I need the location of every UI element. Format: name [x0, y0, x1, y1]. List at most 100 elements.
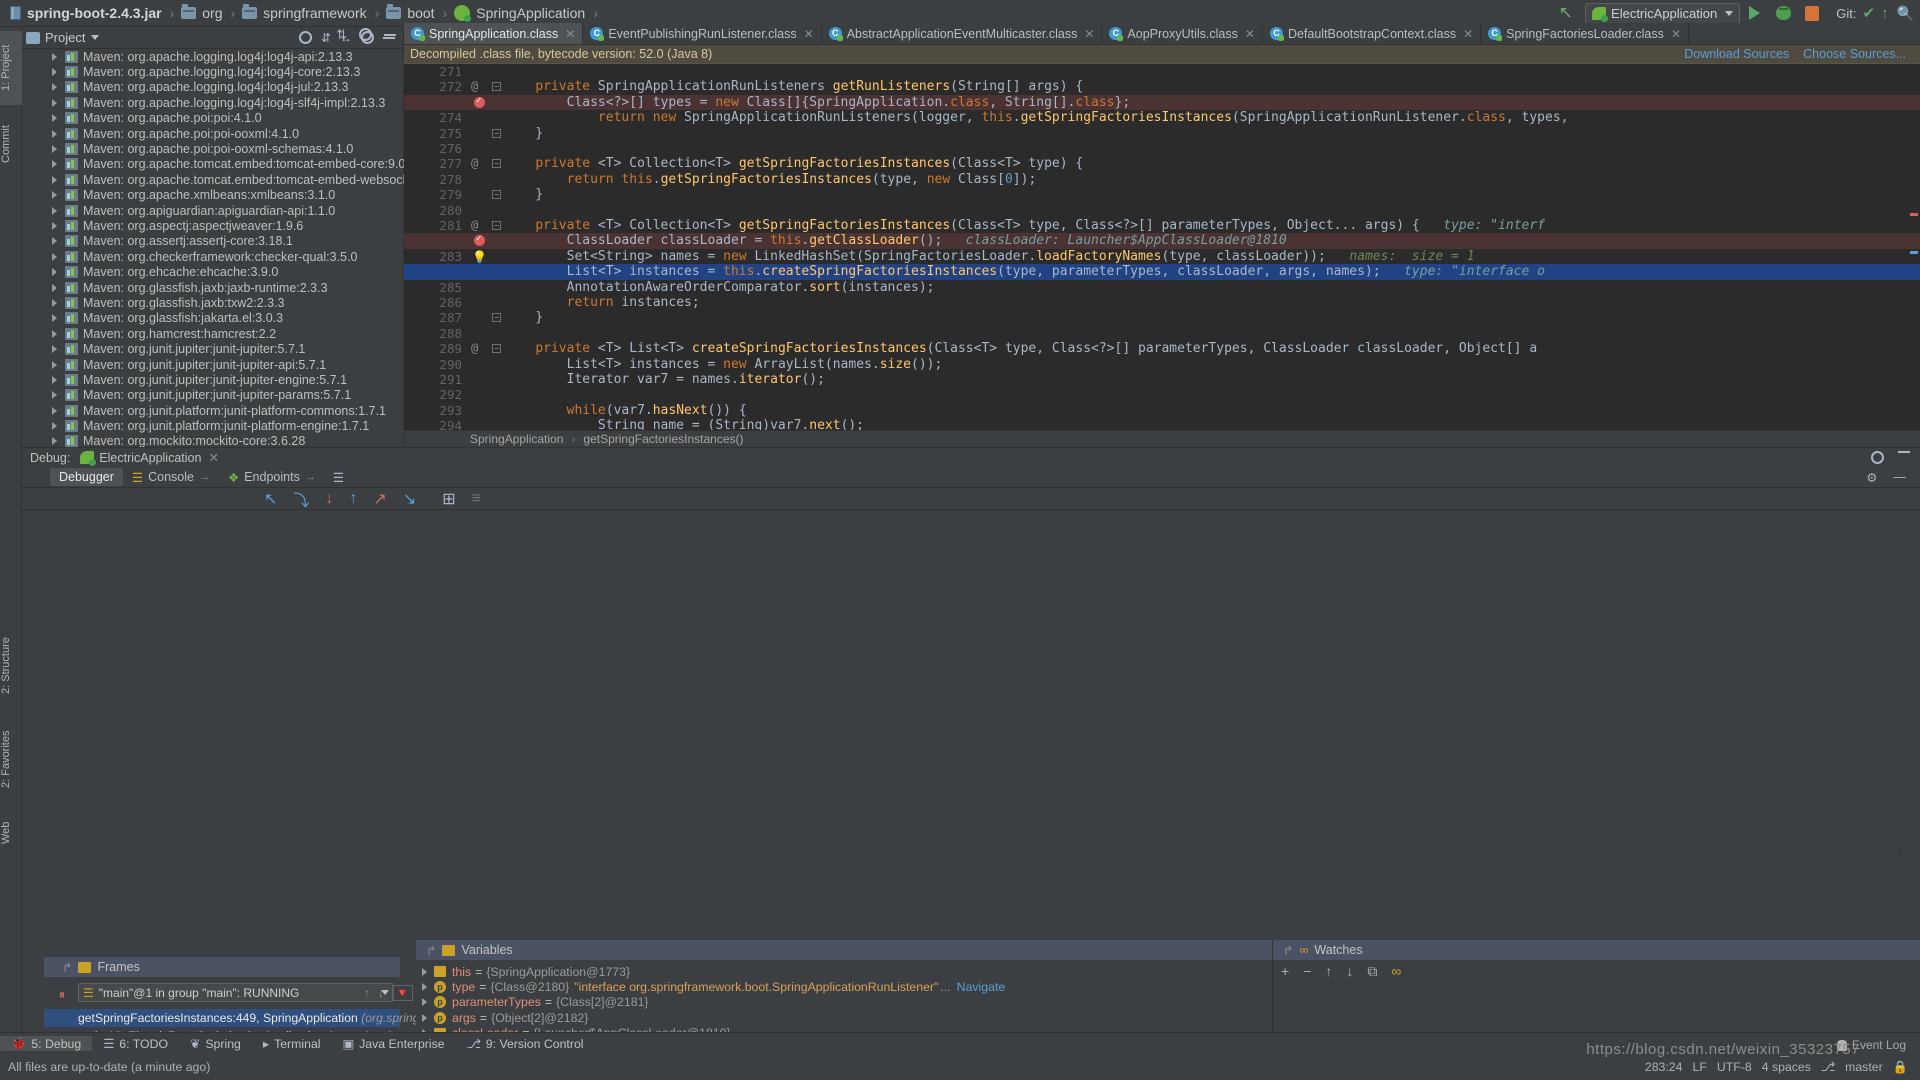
sidebar-item-favorites[interactable]: 2: Favorites: [0, 717, 22, 801]
close-icon[interactable]: ✕: [804, 27, 814, 41]
fold-icon[interactable]: −: [492, 128, 501, 138]
code-line[interactable]: return instances;: [404, 295, 1920, 310]
bottom-tab-todo[interactable]: ☰ 6: TODO: [92, 1037, 179, 1051]
variable-row[interactable]: this = {SpringApplication@1773}: [416, 964, 1272, 979]
chevron-right-icon[interactable]: [52, 52, 57, 61]
remove-icon[interactable]: −: [1303, 963, 1311, 979]
bottom-tab-terminal[interactable]: ▸ Terminal: [252, 1037, 332, 1051]
run-configuration-selector[interactable]: ElectricApplication: [1585, 2, 1741, 24]
breadcrumb-item-org[interactable]: org: [179, 4, 224, 21]
code-line[interactable]: return new SpringApplicationRunListeners…: [404, 110, 1920, 125]
step-into-icon[interactable]: ↓: [325, 490, 333, 508]
code-line[interactable]: List<T> instances = new ArrayList(names.…: [404, 357, 1920, 372]
navigate-link[interactable]: Navigate: [957, 980, 1006, 994]
code-line[interactable]: @ − private SpringApplicationRunListeners…: [404, 79, 1920, 94]
breadcrumb-item-springframework[interactable]: springframework: [240, 4, 368, 21]
fold-icon[interactable]: −: [492, 82, 501, 92]
check-icon[interactable]: ✔: [1862, 4, 1875, 22]
tab-endpoints[interactable]: ❖ Endpoints →: [219, 468, 325, 487]
tree-item[interactable]: Maven: org.junit.jupiter:junit-jupiter-p…: [22, 388, 404, 403]
chevron-down-icon[interactable]: [91, 35, 100, 40]
editor-tab[interactable]: C SpringFactoriesLoader.class ✕: [1481, 23, 1689, 44]
down-icon[interactable]: ↓: [1346, 963, 1353, 979]
pause-icon[interactable]: ⏸: [59, 987, 66, 1003]
tree-item[interactable]: Maven: org.apache.logging.log4j:log4j-ju…: [22, 80, 404, 95]
tree-item[interactable]: Maven: org.junit.platform:junit-platform…: [22, 418, 404, 433]
run-to-cursor-icon[interactable]: ↘: [403, 489, 416, 509]
force-step-into-icon[interactable]: ↑: [349, 490, 357, 508]
frame-up-icon[interactable]: ↑: [364, 986, 370, 1000]
debug-icon[interactable]: [1776, 6, 1792, 20]
editor-tab[interactable]: C EventPublishingRunListener.class ✕: [583, 23, 822, 44]
git-branch[interactable]: master: [1845, 1060, 1883, 1074]
code-line[interactable]: ClassLoader classLoader = this.getClassL…: [404, 232, 1920, 249]
code-line[interactable]: [404, 387, 1920, 402]
fold-icon[interactable]: −: [492, 221, 501, 230]
close-icon[interactable]: ✕: [565, 27, 575, 41]
step-over-icon[interactable]: ⤵: [293, 487, 309, 511]
fold-icon[interactable]: −: [492, 159, 501, 169]
back-arrow-icon[interactable]: ↖: [1559, 3, 1573, 23]
tree-item[interactable]: Maven: org.junit.jupiter:junit-jupiter:5…: [22, 341, 404, 356]
chevron-right-icon[interactable]: [52, 206, 57, 215]
tree-item[interactable]: Maven: org.apache.tomcat.embed:tomcat-em…: [22, 157, 404, 172]
variable-row[interactable]: p parameterTypes = {Class[2]@2181}: [416, 995, 1272, 1010]
close-icon[interactable]: ✕: [1245, 27, 1255, 41]
tree-item[interactable]: Maven: org.glassfish.jaxb:txw2:2.3.3: [22, 295, 404, 310]
tree-item[interactable]: Maven: org.junit.jupiter:junit-jupiter-a…: [22, 357, 404, 372]
code-line[interactable]: List<T> instances = this.createSpringFac…: [404, 264, 1920, 280]
minimize-icon[interactable]: —: [1894, 470, 1907, 485]
sidebar-item-structure[interactable]: 2: Structure: [0, 627, 22, 705]
gear-icon[interactable]: [298, 31, 312, 44]
chevron-right-icon[interactable]: [52, 98, 57, 107]
chevron-right-icon[interactable]: [52, 160, 57, 169]
menu-icon[interactable]: ☰: [333, 470, 344, 485]
chevron-right-icon[interactable]: [52, 83, 57, 92]
choose-sources-link[interactable]: Choose Sources...: [1803, 47, 1920, 61]
chevron-right-icon[interactable]: [52, 437, 57, 446]
chevron-right-icon[interactable]: [52, 406, 57, 415]
chevron-right-icon[interactable]: [52, 283, 57, 292]
tree-item[interactable]: Maven: org.assertj:assertj-core:3.18.1: [22, 234, 404, 249]
chevron-right-icon[interactable]: [52, 175, 57, 184]
minimize-icon[interactable]: [384, 33, 396, 36]
tree-item[interactable]: Maven: org.glassfish:jakarta.el:3.0.3: [22, 311, 404, 326]
code-line[interactable]: return this.getSpringFactoriesInstances(…: [404, 172, 1920, 187]
bottom-tab-spring[interactable]: ❦ Spring: [179, 1037, 252, 1051]
code-line[interactable]: @ − private <T> Collection<T> getSpringFa…: [404, 218, 1920, 233]
chevron-right-icon[interactable]: [52, 252, 57, 261]
show-execution-point-icon[interactable]: ↖: [264, 489, 277, 509]
run-icon[interactable]: [1749, 6, 1761, 20]
code-line[interactable]: 💡 Set<String> names = new LinkedHashSet(…: [404, 249, 1920, 264]
chevron-right-icon[interactable]: [422, 1013, 427, 1022]
tree-item[interactable]: Maven: org.apache.poi:poi:4.1.0: [22, 111, 404, 126]
copy-icon[interactable]: ⧉: [1367, 963, 1377, 980]
caret-position[interactable]: 283:24: [1645, 1060, 1683, 1074]
tree-item[interactable]: Maven: org.apache.logging.log4j:log4j-co…: [22, 64, 404, 79]
tree-item[interactable]: Maven: org.apache.poi:poi-ooxml-schemas:…: [22, 141, 404, 156]
code-line[interactable]: − }: [404, 187, 1920, 202]
sidebar-item-web[interactable]: Web: [0, 813, 22, 853]
breadcrumb-item-jar[interactable]: spring-boot-2.4.3.jar: [8, 5, 164, 21]
tree-item[interactable]: Maven: org.glassfish.jaxb:jaxb-runtime:2…: [22, 280, 404, 295]
code-area[interactable]: 2712722732742752762772782792802812822832…: [404, 64, 1920, 430]
code-line[interactable]: − }: [404, 126, 1920, 141]
project-tree[interactable]: Maven: org.apache.logging.log4j:log4j-ap…: [22, 49, 404, 447]
chevron-right-icon[interactable]: [52, 391, 57, 400]
chevron-right-icon[interactable]: [52, 237, 57, 246]
tree-item[interactable]: Maven: org.junit.platform:junit-platform…: [22, 403, 404, 418]
code-line[interactable]: [404, 203, 1920, 218]
search-icon[interactable]: 🔍: [1897, 5, 1914, 22]
code-line[interactable]: [404, 141, 1920, 156]
sidebar-item-commit[interactable]: Commit: [0, 113, 22, 175]
variable-row[interactable]: p type = {Class@2180} "interface org.springf…: [416, 979, 1272, 994]
build-icon[interactable]: [1805, 5, 1820, 21]
tree-item[interactable]: Maven: org.junit.jupiter:junit-jupiter-e…: [22, 372, 404, 387]
code-line[interactable]: @ − private <T> Collection<T> getSpringFa…: [404, 156, 1920, 171]
filter-icon[interactable]: 🔻: [392, 985, 413, 1001]
chevron-right-icon[interactable]: [52, 68, 57, 77]
bottom-tab-java-enterprise[interactable]: ▣ Java Enterprise: [332, 1037, 456, 1051]
up-icon[interactable]: ↑: [1325, 963, 1332, 979]
sort-icon[interactable]: ⇅: [336, 27, 347, 43]
code-line[interactable]: [404, 64, 1920, 79]
